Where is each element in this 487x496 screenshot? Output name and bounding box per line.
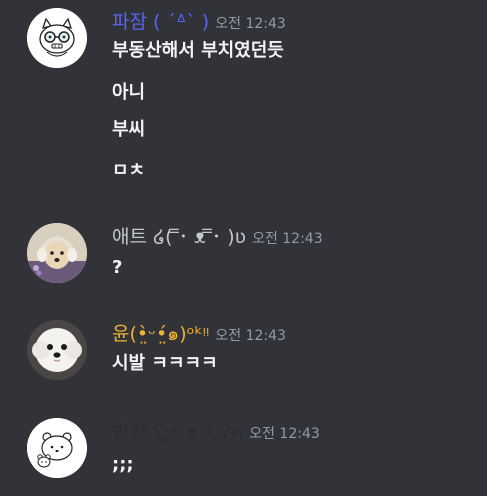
message-header: 애트 ໒( ̿･ ᴥ ̿･ )ʋ 오전 12:43 (112, 225, 323, 249)
username[interactable]: 파잠 ( ´ᐞ` ) (112, 11, 209, 33)
white-puppy-avatar-icon (27, 320, 87, 380)
timestamp: 오전 12:43 (252, 231, 323, 247)
message-header: 윤(•̤̀ᵕ•̤́๑)ᵒᵏᵎᵎ 오전 12:43 (112, 322, 286, 346)
message-header: 반찬 ʕ ̳•̀ ᴥ •́ ̳ʔค 오전 12:43 (112, 420, 320, 444)
message-text: ;;; (112, 454, 134, 475)
message-text: 시발 ㅋㅋㅋㅋ (112, 353, 218, 374)
timestamp: 오전 12:43 (249, 426, 320, 442)
message-text: ? (112, 257, 123, 278)
username[interactable]: 윤(•̤̀ᵕ•̤́๑)ᵒᵏᵎᵎ (112, 323, 209, 345)
avatar[interactable] (27, 8, 87, 68)
avatar[interactable] (27, 223, 87, 283)
timestamp: 오전 12:43 (215, 16, 286, 32)
username[interactable]: 애트 ໒( ̿･ ᴥ ̿･ )ʋ (112, 226, 246, 248)
chat-message-list: 파잠 ( ´ᐞ` ) 오전 12:43 부동산해서 부치였던듯 아니 부씨 ㅁㅊ (0, 0, 487, 496)
glasses-cat-avatar-icon (27, 8, 87, 68)
timestamp: 오전 12:43 (215, 328, 286, 344)
message-text: 부씨 (112, 119, 146, 140)
message-text: 아니 (112, 82, 146, 103)
avatar[interactable] (27, 418, 87, 478)
username[interactable]: 반찬 ʕ ̳•̀ ᴥ •́ ̳ʔค (112, 421, 243, 443)
puppy-with-headphones-avatar-icon (27, 223, 87, 283)
bear-doodle-avatar-icon (27, 418, 87, 478)
avatar[interactable] (27, 320, 87, 380)
message-text: ㅁㅊ (112, 160, 146, 181)
message-text: 부동산해서 부치였던듯 (112, 40, 284, 61)
message-header: 파잠 ( ´ᐞ` ) 오전 12:43 (112, 10, 286, 34)
